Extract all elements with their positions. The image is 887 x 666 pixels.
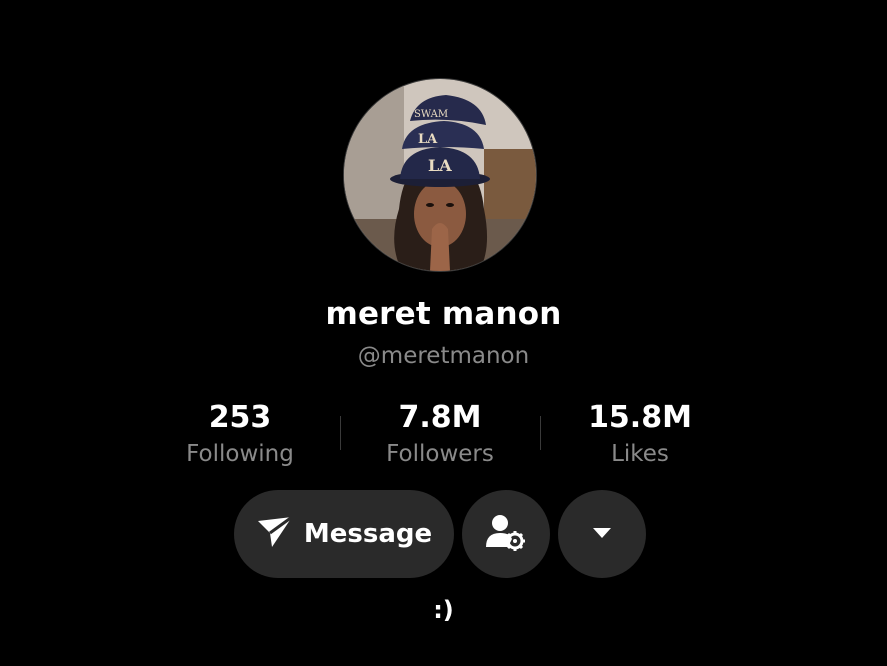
display-name: meret manon [325,296,562,332]
send-icon [256,515,294,553]
stat-followers[interactable]: 7.8M Followers [340,400,540,471]
stat-likes[interactable]: 15.8M Likes [540,400,740,471]
profile-bio: :) [433,596,454,624]
message-button[interactable]: Message [234,490,454,578]
more-options-button[interactable] [558,490,646,578]
user-settings-icon [486,513,526,555]
following-label: Following [186,441,294,467]
likes-count: 15.8M [588,400,692,435]
avatar-image: LA LA SWAM [344,79,536,271]
svg-text:SWAM: SWAM [414,109,448,120]
stat-following[interactable]: 253 Following [140,400,340,471]
caret-down-icon [592,525,612,544]
profile-avatar[interactable]: LA LA SWAM [344,79,536,271]
followers-count: 7.8M [398,400,482,435]
followers-label: Followers [386,441,494,467]
svg-text:LA: LA [418,132,438,147]
username-handle: @meretmanon [357,343,530,369]
message-button-label: Message [303,519,433,549]
svg-text:LA: LA [428,156,452,175]
following-count: 253 [208,400,272,435]
likes-label: Likes [611,441,669,467]
follow-settings-button[interactable] [462,490,550,578]
